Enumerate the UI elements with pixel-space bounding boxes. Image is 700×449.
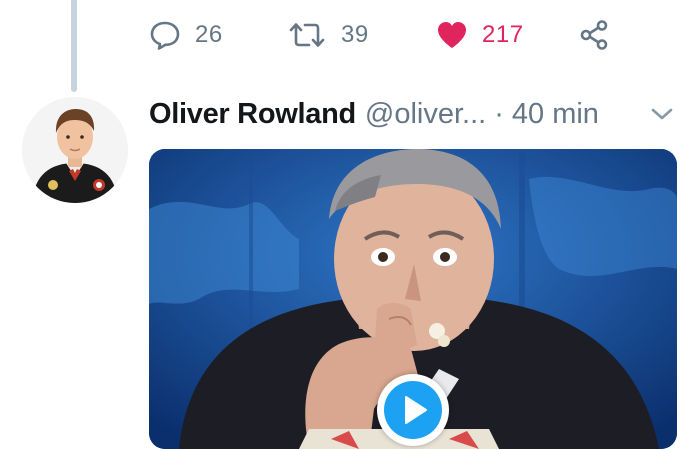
play-button-inner: [384, 381, 442, 439]
avatar[interactable]: [22, 97, 128, 203]
reply-count: 26: [195, 21, 223, 48]
avatar-photo: [22, 97, 128, 203]
share-nodes-icon: [580, 20, 608, 50]
share-button[interactable]: [578, 12, 610, 58]
play-button[interactable]: [377, 374, 449, 446]
chevron-down-icon: [651, 108, 673, 120]
display-name[interactable]: Oliver Rowland: [149, 98, 356, 131]
separator-dot: ·: [494, 97, 504, 130]
user-handle[interactable]: @oliver...: [365, 98, 486, 131]
tweet-header: Oliver Rowland @oliver... · 40 min: [149, 94, 694, 134]
heart-icon: [438, 22, 466, 48]
more-options-button[interactable]: [650, 106, 674, 127]
like-count: 217: [482, 21, 524, 48]
gif-media[interactable]: [149, 149, 677, 449]
speech-bubble-icon: [150, 21, 180, 50]
like-button[interactable]: 217: [436, 12, 524, 58]
tweet-action-bar: 26 39 217: [0, 12, 700, 58]
reply-button[interactable]: 26: [149, 12, 223, 58]
timestamp[interactable]: 40 min: [512, 98, 599, 131]
retweet-arrows-icon: [289, 23, 325, 47]
retweet-button[interactable]: 39: [287, 12, 369, 58]
retweet-count: 39: [341, 21, 369, 48]
play-icon: [405, 396, 427, 424]
